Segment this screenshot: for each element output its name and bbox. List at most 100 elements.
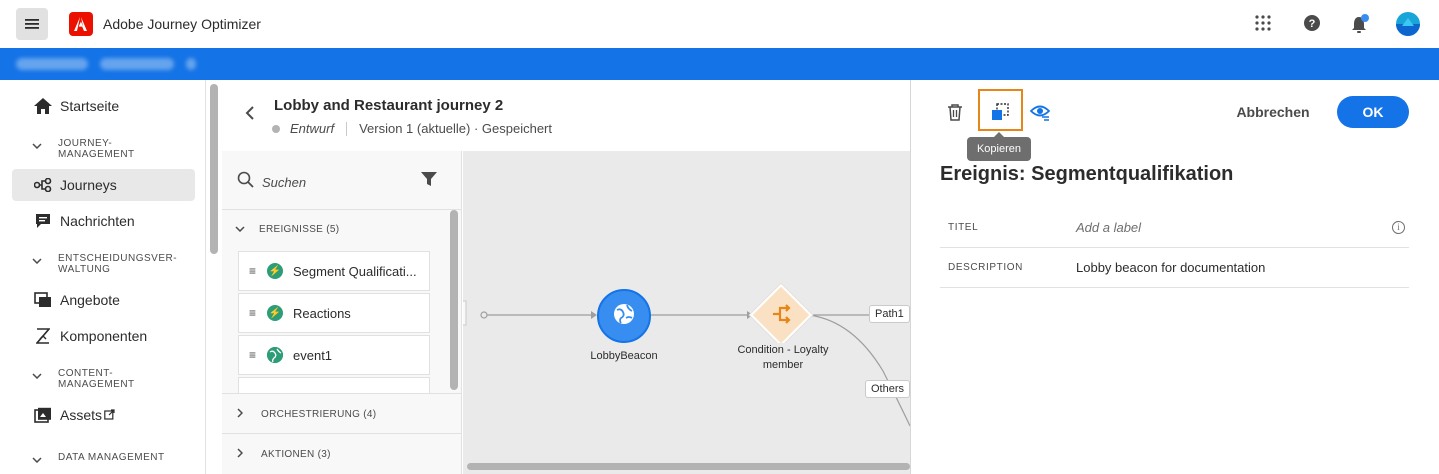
condition-split-icon bbox=[771, 303, 793, 330]
components-icon bbox=[32, 328, 54, 344]
drag-handle-icon[interactable]: ≡ bbox=[249, 264, 267, 278]
sidebar-group-label-line1: DATA MANAGEMENT bbox=[58, 452, 165, 463]
section-label: AKTIONEN (3) bbox=[261, 449, 331, 460]
filter-icon[interactable] bbox=[420, 170, 438, 193]
canvas-connections bbox=[463, 300, 910, 427]
node-label-line1: Condition - Loyalty bbox=[737, 344, 829, 356]
property-row-title: TITEL Add a label i bbox=[940, 208, 1409, 248]
sidebar-group-content-management[interactable]: CONTENT- MANAGEMENT bbox=[32, 368, 135, 390]
sidebar-group-entscheidungsverwaltung[interactable]: ENTSCHEIDUNGSVER- WALTUNG bbox=[32, 253, 177, 275]
external-link-icon bbox=[104, 407, 115, 423]
path-tag-others[interactable]: Others bbox=[865, 380, 911, 398]
chevron-right-icon bbox=[237, 408, 247, 421]
globe-icon bbox=[613, 303, 635, 330]
node-label: Condition - Loyalty member bbox=[733, 343, 833, 373]
palette-scrollbar[interactable] bbox=[450, 210, 458, 390]
sandbox-name-redacted bbox=[100, 58, 174, 70]
event-item-partial[interactable] bbox=[238, 377, 430, 393]
org-name-redacted bbox=[16, 58, 88, 70]
sidebar-scrollbar[interactable] bbox=[210, 84, 218, 254]
messages-icon bbox=[32, 213, 54, 229]
sidebar-item-label: Assets bbox=[60, 407, 103, 423]
sidebar-item-label: Nachrichten bbox=[60, 213, 135, 229]
journey-canvas[interactable]: LobbyBeacon Condition - Loyalty member Pa… bbox=[463, 151, 911, 474]
drag-handle-icon[interactable]: ≡ bbox=[249, 306, 267, 320]
sidebar-group-label-line1: ENTSCHEIDUNGSVER- bbox=[58, 253, 178, 264]
canvas-horizontal-scrollbar[interactable] bbox=[467, 463, 910, 470]
event-lightning-icon: ⚡ bbox=[267, 263, 283, 279]
sidebar-item-angebote[interactable]: Angebote bbox=[12, 284, 195, 316]
cancel-button[interactable]: Abbrechen bbox=[1228, 98, 1318, 126]
chevron-down-icon bbox=[32, 371, 50, 390]
menu-icon[interactable] bbox=[16, 8, 48, 40]
sidebar-item-label: Journeys bbox=[60, 177, 117, 193]
eye-icon[interactable] bbox=[1029, 103, 1051, 126]
back-icon[interactable] bbox=[245, 106, 255, 125]
journey-status: Entwurf Version 1 (aktuelle) · Gespeiche… bbox=[272, 121, 552, 136]
journeys-icon bbox=[32, 178, 54, 192]
property-label: TITEL bbox=[948, 222, 979, 233]
sidebar-item-label: Komponenten bbox=[60, 328, 148, 344]
sidebar-group-label-line1: JOURNEY- bbox=[58, 138, 113, 149]
help-icon[interactable]: ? bbox=[1303, 14, 1323, 34]
panel-title: Ereignis: Segmentqualifikation bbox=[940, 163, 1234, 185]
sidebar-item-assets[interactable]: Assets bbox=[12, 399, 195, 431]
ok-button[interactable]: OK bbox=[1337, 96, 1409, 128]
journey-header bbox=[222, 80, 910, 150]
list-item-label: Segment Qualificati... bbox=[293, 263, 417, 279]
sidebar-item-label: Startseite bbox=[60, 98, 120, 114]
sidebar-group-label-line1: CONTENT- bbox=[58, 368, 114, 379]
copy-icon[interactable] bbox=[990, 102, 1010, 127]
chevron-down-icon bbox=[235, 224, 245, 235]
sidebar-group-label-line2: WALTUNG bbox=[58, 264, 111, 275]
org-switcher-bar[interactable] bbox=[0, 48, 1439, 80]
event-node-lobbybeacon[interactable] bbox=[597, 289, 651, 343]
svg-text:?: ? bbox=[1309, 18, 1316, 30]
notifications-icon[interactable] bbox=[1350, 14, 1370, 34]
divider bbox=[346, 121, 348, 136]
divider bbox=[222, 209, 462, 210]
sidebar-item-startseite[interactable]: Startseite bbox=[12, 90, 195, 122]
sidebar-group-label-line2: MANAGEMENT bbox=[58, 149, 135, 160]
events-section-header[interactable]: EREIGNISSE (5) bbox=[232, 224, 339, 235]
label-input[interactable]: Add a label bbox=[1076, 220, 1141, 235]
section-label: EREIGNISSE (5) bbox=[259, 224, 340, 235]
palette-search[interactable]: Suchen bbox=[222, 164, 452, 198]
actions-section-header[interactable]: AKTIONEN (3) bbox=[232, 448, 331, 461]
assets-icon bbox=[32, 407, 54, 423]
sidebar-item-komponenten[interactable]: Komponenten bbox=[12, 320, 195, 352]
chevron-down-icon bbox=[32, 455, 50, 466]
event-item-reactions[interactable]: ≡ ⚡ Reactions bbox=[238, 293, 430, 333]
search-icon bbox=[237, 171, 255, 194]
apps-grid-icon[interactable] bbox=[1254, 14, 1274, 34]
info-icon[interactable]: i bbox=[1392, 221, 1405, 234]
description-value: Lobby beacon for documentation bbox=[1076, 260, 1266, 275]
trash-icon[interactable] bbox=[946, 103, 964, 126]
event-item-event1[interactable]: ≡ event1 bbox=[238, 335, 430, 375]
orchestration-section-header[interactable]: ORCHESTRIERUNG (4) bbox=[232, 408, 376, 421]
sidebar-group-journey-management[interactable]: JOURNEY- MANAGEMENT bbox=[32, 138, 135, 160]
sidebar-item-nachrichten[interactable]: Nachrichten bbox=[12, 205, 195, 237]
event-lightning-icon: ⚡ bbox=[267, 305, 283, 321]
property-row-description: DESCRIPTION Lobby beacon for documentati… bbox=[940, 248, 1409, 288]
user-avatar[interactable] bbox=[1396, 12, 1420, 36]
event-item-segment-qualification[interactable]: ≡ ⚡ Segment Qualificati... bbox=[238, 251, 430, 291]
status-dot bbox=[272, 124, 280, 133]
sidebar-item-journeys[interactable]: Journeys bbox=[12, 169, 195, 201]
chevron-down-icon bbox=[32, 141, 50, 160]
divider bbox=[222, 393, 462, 394]
node-label: LobbyBeacon bbox=[585, 350, 663, 362]
property-label: DESCRIPTION bbox=[948, 262, 1023, 273]
sidebar-item-label: Angebote bbox=[60, 292, 120, 308]
org-dropdown-icon[interactable] bbox=[186, 58, 196, 70]
sidebar-group-data-management[interactable]: DATA MANAGEMENT bbox=[32, 452, 165, 466]
search-input[interactable]: Suchen bbox=[262, 175, 306, 190]
sidebar-group-label-line2: MANAGEMENT bbox=[58, 379, 135, 390]
path-tag-path1[interactable]: Path1 bbox=[869, 305, 910, 323]
journey-title: Lobby and Restaurant journey 2 bbox=[274, 97, 504, 114]
status-badge: Entwurf bbox=[290, 121, 335, 136]
adobe-logo-icon[interactable] bbox=[69, 12, 93, 36]
home-icon bbox=[32, 98, 54, 114]
app-title[interactable]: Adobe Journey Optimizer bbox=[103, 16, 261, 32]
drag-handle-icon[interactable]: ≡ bbox=[249, 348, 267, 362]
